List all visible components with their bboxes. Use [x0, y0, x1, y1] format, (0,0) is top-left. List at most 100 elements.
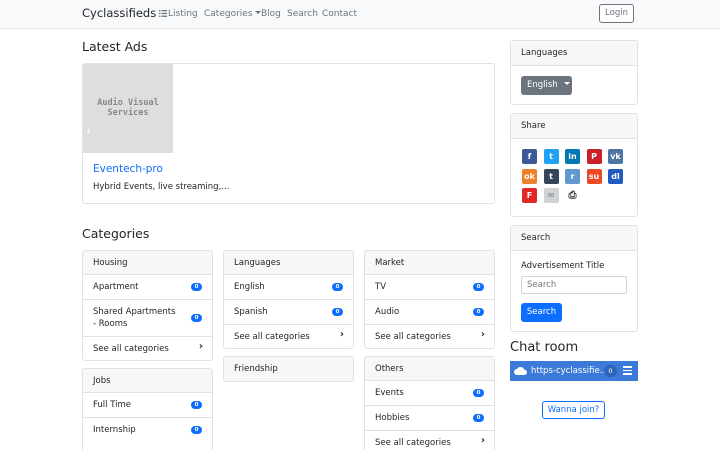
language-dropdown[interactable]: English — [521, 76, 572, 95]
category-title: Others — [365, 357, 494, 381]
tumblr-icon[interactable]: t — [543, 168, 559, 184]
wanna-join-button[interactable]: Wanna join? — [542, 401, 605, 419]
language-selected: English — [527, 80, 558, 90]
count-badge: 0 — [473, 389, 484, 397]
category-item-label: Spanish — [234, 307, 268, 317]
stumbleupon-icon[interactable]: su — [586, 168, 602, 184]
ad-image[interactable]: Audio Visual Services ‹ — [83, 64, 173, 153]
category-title: Languages — [224, 251, 353, 275]
list-icon — [159, 9, 167, 17]
category-item[interactable]: Apartment 0 — [83, 275, 212, 300]
category-item-label: Internship — [93, 425, 136, 435]
category-item-label: Apartment — [93, 282, 139, 292]
see-all-categories-link[interactable]: See all categories › — [365, 325, 494, 348]
category-item[interactable]: English 0 — [224, 275, 353, 300]
count-badge: 0 — [191, 426, 202, 434]
brand-link[interactable]: Cyclassifieds — [82, 6, 156, 20]
delicious-icon[interactable]: dl — [608, 168, 623, 184]
languages-panel-title: Languages — [511, 41, 637, 66]
category-item[interactable]: Internship 0 — [83, 418, 212, 443]
chevron-right-icon: › — [480, 329, 485, 340]
category-item-label: Audio — [375, 307, 400, 317]
search-panel: Search Advertisement Title Search — [510, 225, 638, 332]
see-all-label: See all categories — [234, 332, 310, 342]
see-all-label: See all categories — [375, 438, 451, 448]
category-card-friendship: Friendship — [223, 356, 354, 382]
see-all-categories-link[interactable]: See all categories › — [224, 325, 353, 348]
advertisement-title-label: Advertisement Title — [521, 261, 605, 271]
cloud-icon — [514, 367, 527, 375]
category-card-jobs: Jobs Full Time 0 Internship 0 — [82, 368, 213, 450]
category-item[interactable]: Hobbies 0 — [365, 406, 494, 431]
count-badge: 0 — [473, 283, 484, 291]
category-item[interactable]: Full Time 0 — [83, 393, 212, 418]
ad-title-link[interactable]: Eventech-pro — [93, 163, 163, 175]
odnoklassniki-icon[interactable]: ok — [522, 168, 537, 184]
hamburger-menu-icon[interactable] — [623, 366, 632, 375]
reddit-icon[interactable]: r — [565, 168, 580, 184]
search-button[interactable]: Search — [521, 303, 562, 322]
category-title: Housing — [83, 251, 212, 275]
category-item-label: Events — [375, 388, 404, 398]
see-all-categories-link[interactable]: See all categories › — [365, 431, 494, 450]
languages-panel: Languages English — [510, 40, 638, 105]
category-item[interactable]: Events 0 — [365, 381, 494, 406]
chevron-right-icon: › — [480, 435, 485, 446]
category-item-label: English — [234, 282, 265, 292]
count-badge: 0 — [332, 283, 343, 291]
latest-ad-card: Audio Visual Services ‹ Eventech-pro Hyb… — [82, 63, 495, 204]
navbar: Cyclassifieds Listing Categories Blog Se… — [0, 0, 720, 29]
nav-listing[interactable]: Listing — [159, 9, 198, 19]
nav-search[interactable]: Search — [287, 9, 318, 19]
carousel-prev-icon[interactable]: ‹ — [86, 124, 91, 139]
linkedin-icon[interactable]: in — [565, 149, 580, 164]
ad-image-text-line1: Audio Visual — [97, 98, 159, 108]
chat-user-count-badge: 0 — [604, 365, 617, 377]
category-item[interactable]: Shared Apartments - Rooms 0 — [83, 300, 212, 337]
count-badge: 0 — [191, 314, 202, 322]
nav-blog[interactable]: Blog — [261, 9, 281, 19]
category-item-label: TV — [375, 282, 387, 292]
pinterest-icon[interactable]: P — [586, 149, 602, 164]
count-badge: 0 — [332, 308, 343, 316]
chat-room-bar[interactable]: https-cyclassifieds-com — [510, 361, 638, 381]
share-panel: Share f t in Pvk ok t r su dl F ✉ ⎙ — [510, 113, 638, 217]
nav-listing-label: Listing — [168, 9, 198, 19]
category-item-label: Shared Apartments - Rooms — [93, 307, 176, 329]
category-card-others: Others Events 0 Hobbies 0 See all catego… — [364, 356, 495, 450]
categories-heading: Categories — [82, 226, 150, 241]
category-item[interactable]: TV 0 — [365, 275, 494, 300]
see-all-label: See all categories — [93, 344, 169, 354]
search-panel-title: Search — [511, 226, 637, 251]
facebook-icon[interactable]: f — [522, 149, 537, 164]
print-icon[interactable]: ⎙ — [565, 188, 580, 203]
see-all-label: See all categories — [375, 332, 451, 342]
count-badge: 0 — [473, 414, 484, 422]
search-input[interactable] — [521, 276, 627, 294]
category-item-label: Hobbies — [375, 413, 410, 423]
chat-room-heading: Chat room — [510, 340, 579, 355]
twitter-icon[interactable]: t — [543, 149, 559, 164]
category-item-label: Full Time — [93, 400, 132, 410]
vk-icon[interactable]: vk — [608, 149, 623, 164]
caret-down-icon — [254, 11, 261, 14]
chevron-right-icon: › — [339, 329, 344, 340]
category-card-market: Market TV 0 Audio 0 See all categories › — [364, 250, 495, 349]
ad-image-text-line2: Services — [107, 108, 149, 118]
count-badge: 0 — [191, 283, 202, 291]
flipboard-icon[interactable]: F — [522, 188, 537, 203]
see-all-categories-link[interactable]: See all categories › — [83, 337, 212, 360]
nav-contact[interactable]: Contact — [322, 9, 357, 19]
login-button[interactable]: Login — [599, 4, 634, 23]
category-title: Jobs — [83, 369, 212, 393]
share-panel-title: Share — [511, 114, 637, 139]
category-item[interactable]: Spanish 0 — [224, 300, 353, 325]
nav-categories-dropdown[interactable]: Categories — [204, 9, 261, 19]
category-item[interactable]: Audio 0 — [365, 300, 494, 325]
category-title: Friendship — [224, 357, 353, 381]
email-icon[interactable]: ✉ — [543, 188, 559, 203]
ad-description: Hybrid Events, live streaming,... — [93, 182, 230, 192]
category-card-languages: Languages English 0 Spanish 0 See all ca… — [223, 250, 354, 349]
count-badge: 0 — [191, 401, 202, 409]
caret-down-icon — [564, 82, 571, 85]
